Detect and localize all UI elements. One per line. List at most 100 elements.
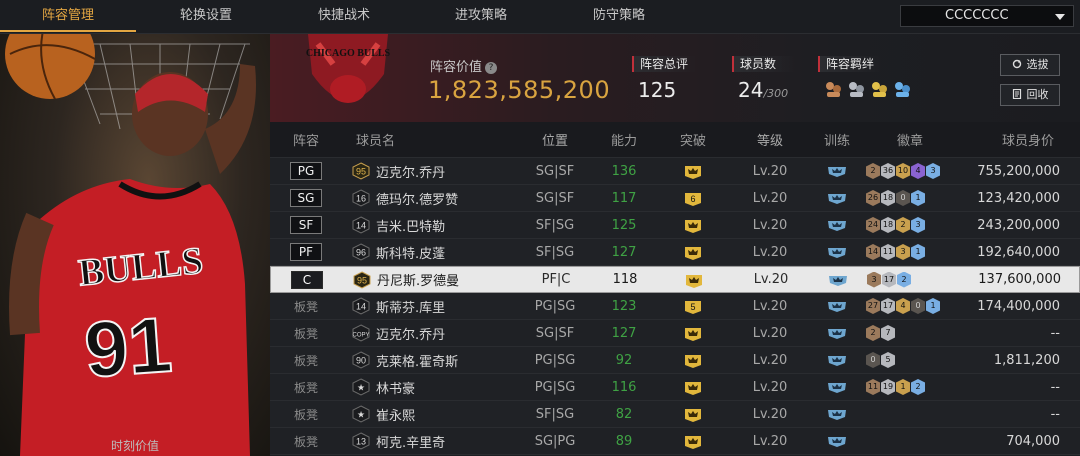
- player-cell[interactable]: 96 斯科特.皮蓬: [342, 243, 520, 262]
- break-cell[interactable]: [658, 379, 728, 395]
- player-cell[interactable]: 90 克莱格.霍奇斯: [342, 351, 520, 370]
- header-role[interactable]: 位置: [520, 130, 590, 149]
- break-cell[interactable]: 6: [658, 190, 728, 206]
- train-cell[interactable]: [812, 434, 862, 449]
- table-row[interactable]: 板凳 ★ 林书豪 PG|SG 116 Lv.20 11 19 1 2 --: [270, 374, 1080, 401]
- header-worth[interactable]: 球员身价: [954, 130, 1080, 149]
- badge-chip[interactable]: 18: [881, 190, 895, 206]
- player-cell[interactable]: 14 吉米.巴特勒: [342, 216, 520, 235]
- badge-cell[interactable]: 27 17 4 0 1: [862, 298, 954, 314]
- badge-cell[interactable]: 05: [862, 352, 954, 368]
- break-cell[interactable]: [658, 433, 728, 449]
- badge-chip[interactable]: 11: [881, 244, 895, 260]
- badge-chip[interactable]: 24: [866, 217, 880, 233]
- train-cell[interactable]: [812, 326, 862, 341]
- break-cell[interactable]: [659, 272, 729, 288]
- badge-chip[interactable]: 26: [866, 190, 880, 206]
- table-row[interactable]: 板凳 13 柯克.辛里奇 SG|PG 89 Lv.20 704,000: [270, 428, 1080, 455]
- player-cell[interactable]: ★ 崔永熙: [342, 405, 520, 424]
- badge-chip[interactable]: 17: [881, 298, 895, 314]
- badge-chip[interactable]: 0: [896, 190, 910, 206]
- badge-chip[interactable]: 4: [911, 163, 925, 179]
- train-cell[interactable]: [812, 407, 862, 422]
- player-cell[interactable]: COPY 迈克尔.乔丹: [342, 324, 520, 343]
- header-train[interactable]: 训练: [812, 130, 862, 149]
- badge-chip[interactable]: 36: [881, 163, 895, 179]
- break-cell[interactable]: [658, 325, 728, 341]
- train-cell[interactable]: [812, 164, 862, 179]
- badge-cell[interactable]: 11 19 1 2: [862, 379, 954, 395]
- badge-chip[interactable]: 0: [866, 352, 880, 368]
- badge-chip[interactable]: 3: [926, 163, 940, 179]
- header-ability[interactable]: 能力: [590, 130, 658, 149]
- badge-chip[interactable]: 1: [926, 298, 940, 314]
- break-cell[interactable]: [658, 406, 728, 422]
- badge-chip[interactable]: 10: [896, 163, 910, 179]
- badge-chip[interactable]: 7: [881, 325, 895, 341]
- break-cell[interactable]: [658, 163, 728, 179]
- bond-icon-blue[interactable]: [893, 80, 912, 98]
- player-cell[interactable]: 95 迈克尔.乔丹: [342, 162, 520, 181]
- badge-chip[interactable]: 1: [911, 244, 925, 260]
- bond-icon-orange[interactable]: [824, 80, 843, 98]
- badge-chip[interactable]: 2: [866, 163, 880, 179]
- badge-chip[interactable]: 2: [866, 325, 880, 341]
- badge-cell[interactable]: 24 18 2 3: [862, 217, 954, 233]
- player-cell[interactable]: ★ 林书豪: [342, 378, 520, 397]
- table-row[interactable]: SG 16 德玛尔.德罗赞 SG|SF 117 6 Lv.20 26 18 0 1 123,420,0…: [270, 185, 1080, 212]
- pick-button[interactable]: 选拔: [1000, 54, 1060, 76]
- train-cell[interactable]: [812, 380, 862, 395]
- badge-chip[interactable]: 1: [896, 379, 910, 395]
- header-level[interactable]: 等级: [728, 130, 812, 149]
- tab-rotation[interactable]: 轮换设置: [136, 0, 276, 32]
- table-row[interactable]: 板凳 14 斯蒂芬.库里 PG|SG 123 5 Lv.20 27 17 4 0 1 174,400,0…: [270, 293, 1080, 320]
- tab-quick-tactics[interactable]: 快捷战术: [276, 0, 412, 32]
- badge-chip[interactable]: 2: [911, 379, 925, 395]
- player-cell[interactable]: 13 柯克.辛里奇: [342, 432, 520, 451]
- train-cell[interactable]: [812, 218, 862, 233]
- badge-chip[interactable]: 17: [882, 271, 896, 288]
- badge-chip[interactable]: 3: [867, 271, 881, 288]
- table-row[interactable]: SF 14 吉米.巴特勒 SF|SG 125 Lv.20 24 18 2 3 243,200,000: [270, 212, 1080, 239]
- train-cell[interactable]: [812, 245, 862, 260]
- badge-chip[interactable]: 19: [881, 379, 895, 395]
- badge-chip[interactable]: 3: [896, 244, 910, 260]
- account-select[interactable]: CCCCCCC: [900, 5, 1074, 27]
- player-cell[interactable]: 16 德玛尔.德罗赞: [342, 189, 520, 208]
- table-row[interactable]: C 95 丹尼斯.罗德曼 PF|C 118 Lv.20 3 17 2 137,600,000: [270, 266, 1080, 293]
- table-row[interactable]: 板凳 ★ 崔永熙 SF|SG 82 Lv.20 --: [270, 401, 1080, 428]
- player-cell[interactable]: 14 斯蒂芬.库里: [342, 297, 520, 316]
- badge-cell[interactable]: 3 17 2: [863, 271, 955, 288]
- badge-chip[interactable]: 3: [911, 217, 925, 233]
- badge-chip[interactable]: 2: [896, 217, 910, 233]
- header-break[interactable]: 突破: [658, 130, 728, 149]
- badge-cell[interactable]: 26 18 0 1: [862, 190, 954, 206]
- table-row[interactable]: 板凳 90 克莱格.霍奇斯 PG|SG 92 Lv.20 0 5 1,811,200: [270, 347, 1080, 374]
- badge-cell[interactable]: 27: [862, 325, 954, 341]
- header-pos[interactable]: 阵容: [270, 130, 342, 149]
- player-cell[interactable]: 95 丹尼斯.罗德曼: [343, 270, 521, 289]
- table-row[interactable]: PG 95 迈克尔.乔丹 SG|SF 136 Lv.20 2 36 10 4 3 755,200,00…: [270, 158, 1080, 185]
- train-cell[interactable]: [812, 299, 862, 314]
- train-cell[interactable]: [812, 191, 862, 206]
- train-cell[interactable]: [813, 272, 863, 287]
- header-badge[interactable]: 徽章: [862, 130, 954, 149]
- table-row[interactable]: PF 96 斯科特.皮蓬 SF|SG 127 Lv.20 14 11 3 1 192,640,000: [270, 239, 1080, 266]
- badge-cell[interactable]: 2 36 10 4 3: [862, 163, 954, 179]
- badge-chip[interactable]: 18: [881, 217, 895, 233]
- badge-chip[interactable]: 14: [866, 244, 880, 260]
- break-cell[interactable]: [658, 217, 728, 233]
- badge-chip[interactable]: 2: [897, 271, 911, 288]
- table-row[interactable]: 板凳 COPY 迈克尔.乔丹 SG|SF 127 Lv.20 2 7 --: [270, 320, 1080, 347]
- break-cell[interactable]: [658, 244, 728, 260]
- tab-offense-strategy[interactable]: 进攻策略: [412, 0, 550, 32]
- badge-chip[interactable]: 27: [866, 298, 880, 314]
- help-icon[interactable]: ?: [485, 62, 498, 74]
- recycle-button[interactable]: 回收: [1000, 84, 1060, 106]
- bond-icon-silver[interactable]: [847, 80, 866, 98]
- badge-chip[interactable]: 5: [881, 352, 895, 368]
- badge-cell[interactable]: 14 11 3 1: [862, 244, 954, 260]
- tab-defense-strategy[interactable]: 防守策略: [550, 0, 688, 32]
- bond-icon-gold[interactable]: [870, 80, 889, 98]
- badge-chip[interactable]: 4: [896, 298, 910, 314]
